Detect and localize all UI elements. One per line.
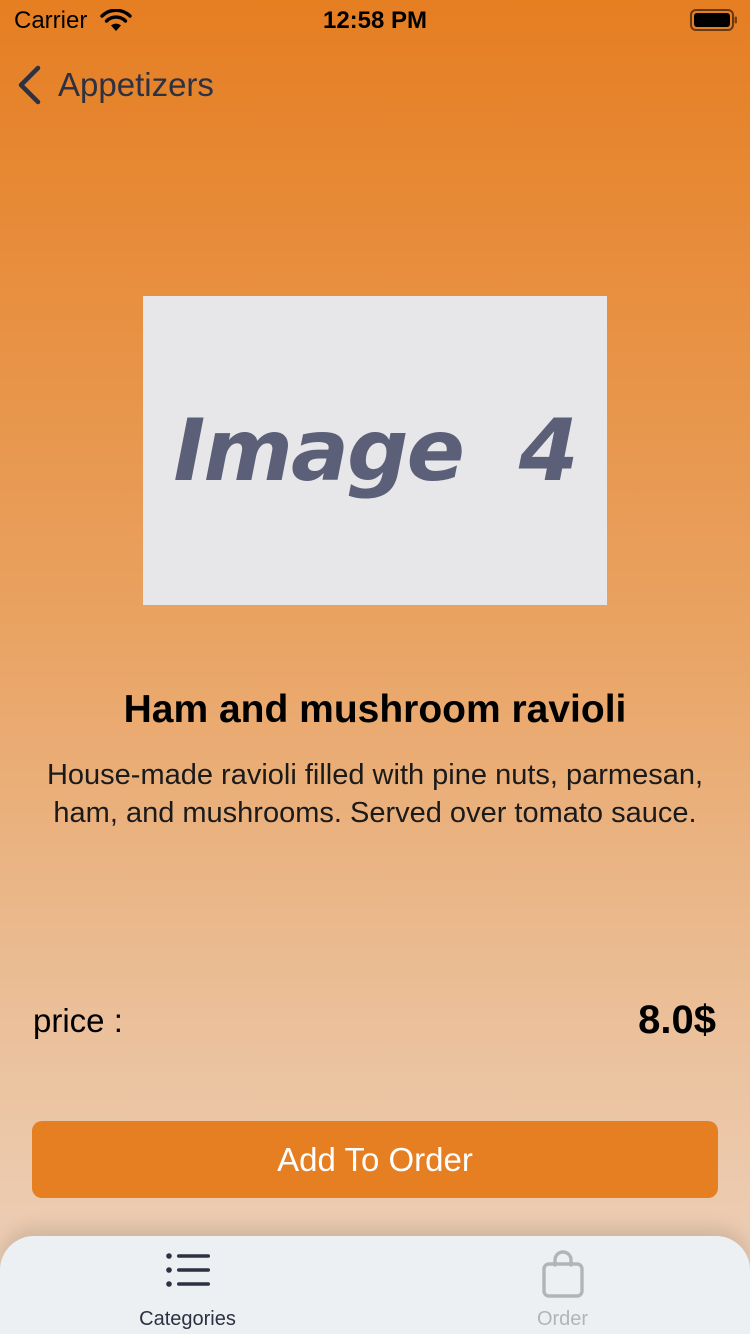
dish-image: Image 4 [143,296,607,605]
price-label: price : [33,1002,123,1039]
tab-order-label: Order [536,1308,589,1330]
status-bar: Carrier 12:58 PM [0,0,750,40]
list-icon [165,1253,210,1287]
add-to-order-button[interactable]: Add To Order [32,1121,718,1198]
back-button[interactable]: Appetizers [16,62,214,108]
battery-icon [690,9,737,31]
clock: 12:58 PM [322,7,428,34]
image-placeholder-text: Image 4 [173,400,578,501]
tab-categories[interactable]: Categories [0,1236,375,1334]
dish-title: Ham and mushroom ravioli [123,688,627,731]
dish-description: House-made ravioli filled with pine nuts… [46,759,704,829]
tab-categories-label: Categories [139,1308,236,1330]
tab-order[interactable]: Order [375,1236,750,1334]
price-value: 8.0$ [638,998,716,1042]
chevron-left-icon [18,65,41,105]
back-label: Appetizers [58,66,214,103]
shopping-bag-icon [541,1250,584,1298]
tab-bar: Categories Order [0,1236,750,1334]
